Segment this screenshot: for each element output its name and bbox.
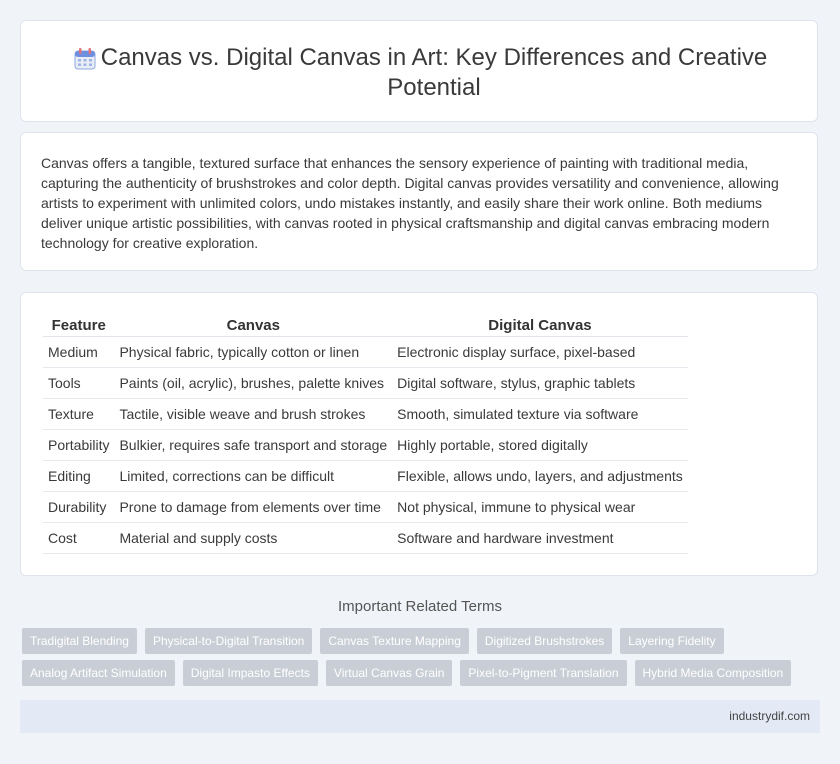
tag-row: Analog Artifact Simulation Digital Impas… xyxy=(22,660,822,686)
table-row: Texture Tactile, visible weave and brush… xyxy=(43,398,688,430)
related-terms: Tradigital Blending Physical-to-Digital … xyxy=(22,628,822,692)
footer-site-link[interactable]: industrydif.com xyxy=(729,709,810,723)
cell-digital: Smooth, simulated texture via software xyxy=(392,398,688,430)
related-term-tag[interactable]: Canvas Texture Mapping xyxy=(320,628,469,654)
intro-card: Canvas offers a tangible, textured surfa… xyxy=(20,132,818,271)
intro-paragraph: Canvas offers a tangible, textured surfa… xyxy=(41,155,779,251)
cell-feature: Editing xyxy=(43,460,115,492)
table-row: Tools Paints (oil, acrylic), brushes, pa… xyxy=(43,367,688,399)
footer: industrydif.com xyxy=(20,700,820,733)
related-term-tag[interactable]: Pixel-to-Pigment Translation xyxy=(460,660,627,686)
cell-canvas: Bulkier, requires safe transport and sto… xyxy=(114,429,393,461)
cell-canvas: Paints (oil, acrylic), brushes, palette … xyxy=(114,367,393,399)
table-row: Portability Bulkier, requires safe trans… xyxy=(43,429,688,461)
cell-canvas: Limited, corrections can be difficult xyxy=(114,460,393,492)
cell-digital: Flexible, allows undo, layers, and adjus… xyxy=(392,460,688,492)
cell-canvas: Physical fabric, typically cotton or lin… xyxy=(114,336,393,368)
related-terms-heading: Important Related Terms xyxy=(338,598,502,615)
cell-canvas: Material and supply costs xyxy=(114,522,393,554)
cell-feature: Medium xyxy=(43,336,115,368)
tag-row: Tradigital Blending Physical-to-Digital … xyxy=(22,628,822,654)
cell-canvas: Prone to damage from elements over time xyxy=(114,491,393,523)
header-canvas: Canvas xyxy=(114,313,393,337)
cell-feature: Portability xyxy=(43,429,115,461)
related-term-tag[interactable]: Physical-to-Digital Transition xyxy=(144,628,313,654)
cell-digital: Software and hardware investment xyxy=(392,522,688,554)
cell-feature: Texture xyxy=(43,398,115,430)
header-feature: Feature xyxy=(43,313,115,337)
related-term-tag[interactable]: Tradigital Blending xyxy=(22,628,137,654)
cell-feature: Tools xyxy=(43,367,115,399)
related-term-tag[interactable]: Digitized Brushstrokes xyxy=(476,628,613,654)
table-row: Editing Limited, corrections can be diff… xyxy=(43,460,688,492)
related-term-tag[interactable]: Layering Fidelity xyxy=(620,628,724,654)
related-term-tag[interactable]: Hybrid Media Composition xyxy=(634,660,792,686)
related-term-tag[interactable]: Virtual Canvas Grain xyxy=(325,660,453,686)
title-card: Canvas vs. Digital Canvas in Art: Key Di… xyxy=(20,20,818,122)
page-title: Canvas vs. Digital Canvas in Art: Key Di… xyxy=(100,44,768,101)
table-row: Durability Prone to damage from elements… xyxy=(43,491,688,523)
header-digital-canvas: Digital Canvas xyxy=(392,313,688,337)
cell-feature: Cost xyxy=(43,522,115,554)
comparison-table: Feature Canvas Digital Canvas Medium Phy… xyxy=(43,313,688,554)
table-header-row: Feature Canvas Digital Canvas xyxy=(43,313,688,337)
cell-digital: Highly portable, stored digitally xyxy=(392,429,688,461)
table-row: Medium Physical fabric, typically cotton… xyxy=(43,336,688,368)
comparison-card: Feature Canvas Digital Canvas Medium Phy… xyxy=(20,292,818,576)
related-term-tag[interactable]: Analog Artifact Simulation xyxy=(22,660,175,686)
cell-digital: Electronic display surface, pixel-based xyxy=(392,336,688,368)
table-row: Cost Material and supply costs Software … xyxy=(43,522,688,554)
related-term-tag[interactable]: Digital Impasto Effects xyxy=(182,660,318,686)
cell-canvas: Tactile, visible weave and brush strokes xyxy=(114,398,393,430)
cell-digital: Not physical, immune to physical wear xyxy=(392,491,688,523)
cell-digital: Digital software, stylus, graphic tablet… xyxy=(392,367,688,399)
cell-feature: Durability xyxy=(43,491,115,523)
